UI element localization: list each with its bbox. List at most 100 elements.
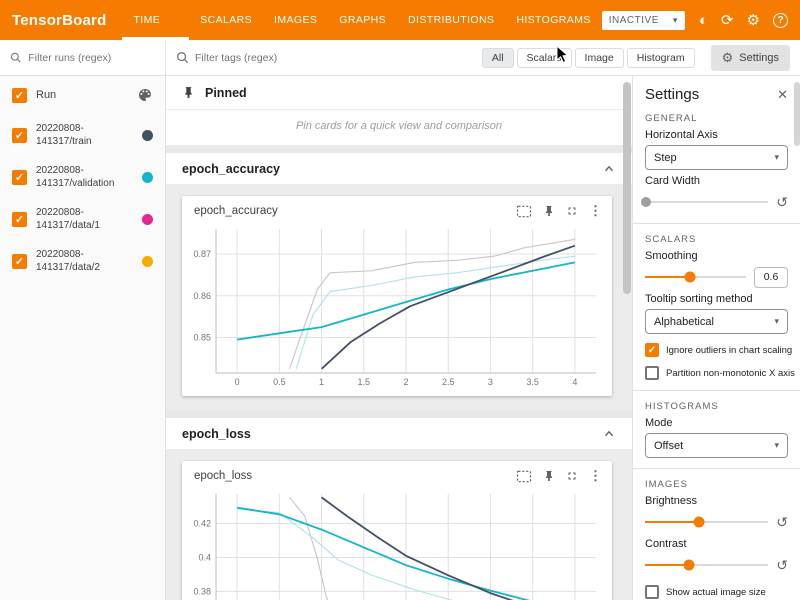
header-actions: ◐ ⟳ ⚙ ? — [699, 13, 788, 28]
run-row-train[interactable]: ✓ 20220808-141317/train — [0, 114, 165, 156]
histogram-mode-label: Mode — [645, 417, 788, 429]
settings-panel-header: Settings ✕ — [645, 86, 788, 103]
horizontal-axis-value: Step — [654, 152, 677, 164]
chip-scalars[interactable]: Scalars — [517, 48, 572, 68]
slider-thumb[interactable] — [684, 560, 695, 571]
smoothing-slider[interactable] — [645, 276, 746, 278]
palette-icon[interactable] — [137, 87, 153, 103]
brightness-slider[interactable] — [645, 521, 768, 523]
svg-text:3: 3 — [488, 377, 493, 387]
reload-status-select[interactable]: INACTIVE ▾ — [602, 11, 685, 30]
chevron-down-icon: ▾ — [673, 15, 678, 26]
run-row-data-1[interactable]: ✓ 20220808-141317/data/1 — [0, 198, 165, 240]
contrast-slider[interactable] — [645, 564, 768, 566]
tab-scalars[interactable]: SCALARS — [189, 0, 263, 40]
tag-type-chips: All Scalars Image Histogram — [482, 48, 695, 68]
slider-thumb[interactable] — [685, 272, 696, 283]
ignore-outliers-row: ✓ Ignore outliers in chart scaling — [645, 343, 788, 357]
main-scrollbar — [623, 80, 631, 596]
chevron-down-icon: ▾ — [774, 440, 779, 451]
scrollbar-thumb[interactable] — [623, 82, 631, 294]
filter-runs-input[interactable] — [28, 52, 155, 64]
reset-icon[interactable]: ↺ — [776, 515, 788, 529]
svg-text:1.5: 1.5 — [358, 377, 371, 387]
gear-icon[interactable]: ⚙ — [747, 13, 760, 28]
show-actual-size-label: Show actual image size — [666, 587, 766, 598]
run-checkbox[interactable]: ✓ — [12, 170, 27, 185]
ignore-outliers-checkbox[interactable]: ✓ — [645, 343, 659, 357]
fit-to-data-icon[interactable] — [516, 470, 532, 483]
help-icon[interactable]: ? — [773, 13, 788, 28]
tooltip-sorting-select[interactable]: Alphabetical ▾ — [645, 309, 788, 334]
panel-scrollbar-thumb[interactable] — [794, 82, 800, 146]
epoch-loss-region: epoch_loss ⋮ 00.511.522.533.540.360.380.… — [166, 450, 632, 600]
contrast-icon[interactable]: ◐ — [699, 13, 708, 28]
histograms-heading: HISTOGRAMS — [645, 401, 788, 412]
show-actual-size-checkbox[interactable] — [645, 585, 659, 599]
filter-tags-input[interactable] — [195, 52, 476, 64]
partition-x-axis-label: Partition non-monotonic X axis — [666, 368, 795, 379]
select-all-runs-checkbox[interactable]: ✓ — [12, 88, 27, 103]
search-icon — [176, 51, 189, 64]
run-row-validation[interactable]: ✓ 20220808-141317/validation — [0, 156, 165, 198]
pin-icon[interactable] — [543, 470, 555, 482]
fullscreen-icon[interactable] — [566, 205, 578, 217]
chevron-down-icon: ▾ — [774, 316, 779, 327]
card-header: epoch_accuracy ⋮ — [182, 196, 612, 221]
run-label: 20220808-141317/data/2 — [36, 248, 133, 274]
refresh-icon[interactable]: ⟳ — [721, 13, 734, 28]
divider — [633, 468, 800, 469]
more-options-icon[interactable]: ⋮ — [589, 203, 602, 219]
slider-thumb[interactable] — [694, 517, 705, 528]
main-nav: TIME SERIES SCALARS IMAGES GRAPHS DISTRI… — [122, 0, 601, 40]
run-color-dot — [142, 214, 153, 225]
chevron-up-icon[interactable] — [602, 427, 616, 441]
close-icon[interactable]: ✕ — [777, 87, 788, 103]
card-width-slider[interactable] — [645, 201, 768, 203]
tab-time-series[interactable]: TIME SERIES — [122, 0, 189, 40]
tab-distributions[interactable]: DISTRIBUTIONS — [397, 0, 505, 40]
section-header-epoch-accuracy[interactable]: epoch_accuracy — [166, 153, 632, 185]
more-options-icon[interactable]: ⋮ — [589, 468, 602, 484]
pinned-section-header: Pinned — [166, 76, 632, 110]
chip-histogram[interactable]: Histogram — [627, 48, 695, 68]
histogram-mode-select[interactable]: Offset ▾ — [645, 433, 788, 458]
tensorboard-app: TensorBoard TIME SERIES SCALARS IMAGES G… — [0, 0, 800, 600]
svg-text:0.42: 0.42 — [193, 519, 211, 529]
svg-text:0.38: 0.38 — [193, 586, 211, 596]
slider-thumb[interactable] — [641, 197, 651, 207]
run-checkbox[interactable]: ✓ — [12, 254, 27, 269]
tab-histograms[interactable]: HISTOGRAMS — [505, 0, 601, 40]
epoch-accuracy-region: epoch_accuracy ⋮ 00.511.522.533.540.850.… — [166, 185, 632, 410]
epoch-accuracy-card: epoch_accuracy ⋮ 00.511.522.533.540.850.… — [182, 196, 612, 396]
fit-to-data-icon[interactable] — [516, 205, 532, 218]
run-row-data-2[interactable]: ✓ 20220808-141317/data/2 — [0, 240, 165, 282]
tab-graphs[interactable]: GRAPHS — [328, 0, 397, 40]
app-body: ✓ Run ✓ 20220808-141317/train ✓ 20220808… — [0, 40, 800, 600]
run-checkbox[interactable]: ✓ — [12, 128, 27, 143]
chip-all[interactable]: All — [482, 48, 514, 68]
filter-runs-bar — [0, 40, 165, 76]
settings-button[interactable]: ⚙ Settings — [711, 45, 790, 71]
tab-images[interactable]: IMAGES — [263, 0, 328, 40]
chip-image[interactable]: Image — [575, 48, 624, 68]
svg-text:2: 2 — [403, 377, 408, 387]
run-checkbox[interactable]: ✓ — [12, 212, 27, 227]
smoothing-value-input[interactable]: 0.6 — [754, 267, 788, 288]
reset-icon[interactable]: ↺ — [776, 558, 788, 572]
chevron-up-icon[interactable] — [602, 162, 616, 176]
card-width-label: Card Width — [645, 175, 788, 187]
epoch-accuracy-chart: 00.511.522.533.540.850.860.87 — [182, 221, 606, 391]
pin-icon[interactable] — [543, 205, 555, 217]
fullscreen-icon[interactable] — [566, 470, 578, 482]
svg-text:0: 0 — [235, 377, 240, 387]
reset-icon[interactable]: ↺ — [776, 195, 788, 209]
run-color-dot — [142, 172, 153, 183]
horizontal-axis-select[interactable]: Step ▾ — [645, 145, 788, 170]
partition-x-axis-checkbox[interactable] — [645, 366, 659, 380]
section-header-epoch-loss[interactable]: epoch_loss — [166, 418, 632, 450]
tag-filter-toolbar: All Scalars Image Histogram ⚙ Settings — [166, 40, 800, 76]
section-title: epoch_loss — [182, 427, 251, 441]
run-color-dot — [142, 256, 153, 267]
pin-icon — [182, 86, 195, 99]
